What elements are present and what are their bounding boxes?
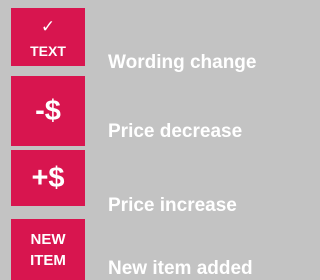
price-decrease-badge: -$ bbox=[11, 76, 85, 146]
badge-text-line1: NEW bbox=[30, 230, 66, 248]
badge-text: TEXT bbox=[30, 43, 66, 59]
wording-change-badge: ✓ TEXT bbox=[11, 8, 85, 66]
checkmark-icon: ✓ bbox=[40, 17, 56, 36]
wording-change-label: Wording change bbox=[108, 52, 257, 73]
new-item-badge: NEW ITEM bbox=[11, 219, 85, 280]
price-increase-badge: +$ bbox=[11, 150, 85, 206]
new-item-label: New item added bbox=[108, 258, 253, 279]
price-increase-label: Price increase bbox=[108, 195, 237, 216]
price-decrease-label: Price decrease bbox=[108, 121, 243, 142]
badge-text-line2: ITEM bbox=[30, 251, 66, 269]
